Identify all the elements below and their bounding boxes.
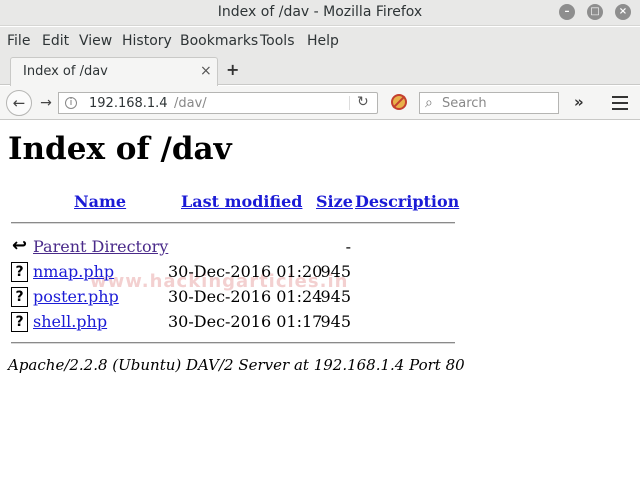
unknown-file-icon: ?	[11, 287, 28, 307]
file-modified: 30-Dec-2016 01:17	[168, 312, 323, 331]
search-box[interactable]: ⌕	[419, 92, 559, 114]
table-row: ? poster.php 30-Dec-2016 01:24 945	[0, 285, 640, 309]
file-modified: 30-Dec-2016 01:20	[168, 262, 323, 281]
table-row: ? nmap.php 30-Dec-2016 01:20 945	[0, 260, 640, 284]
search-icon: ⌕	[425, 95, 433, 111]
maximize-icon[interactable]: □	[587, 4, 603, 20]
file-modified: 30-Dec-2016 01:24	[168, 287, 323, 306]
file-link[interactable]: poster.php	[33, 287, 119, 306]
menu-history[interactable]: History	[122, 33, 172, 49]
address-bar[interactable]: i 192.168.1.4 /dav/ ↻	[58, 92, 378, 114]
minimize-icon[interactable]: –	[559, 4, 575, 20]
table-row: ↩ Parent Directory -	[0, 235, 640, 259]
column-header-last-modified[interactable]: Last modified	[181, 192, 302, 211]
file-link[interactable]: Parent Directory	[33, 237, 168, 256]
divider-top	[11, 222, 455, 224]
navigation-toolbar: ← → i 192.168.1.4 /dav/ ↻ ⌕ »	[0, 86, 640, 120]
reload-icon[interactable]: ↻	[357, 94, 369, 110]
menu-file[interactable]: File	[7, 33, 30, 49]
server-signature: Apache/2.2.8 (Ubuntu) DAV/2 Server at 19…	[8, 356, 465, 374]
file-size: 945	[320, 287, 351, 306]
menu-edit[interactable]: Edit	[42, 33, 69, 49]
overflow-chevron-icon[interactable]: »	[574, 93, 584, 111]
file-size: 945	[320, 312, 351, 331]
menu-help[interactable]: Help	[307, 33, 339, 49]
menu-bar: File Edit View History Bookmarks Tools H…	[0, 27, 640, 55]
back-arrow-icon[interactable]: ←	[6, 90, 32, 116]
tab-index-of-dav[interactable]: Index of /dav ×	[10, 57, 218, 86]
divider-bottom	[11, 342, 455, 344]
table-row: ? shell.php 30-Dec-2016 01:17 945	[0, 310, 640, 334]
file-link[interactable]: shell.php	[33, 312, 107, 331]
forward-arrow-icon[interactable]: →	[35, 94, 57, 114]
close-window-icon[interactable]: ×	[615, 4, 631, 20]
window-title: Index of /dav - Mozilla Firefox	[217, 4, 423, 20]
close-tab-icon[interactable]: ×	[200, 63, 212, 79]
noscript-icon[interactable]	[391, 94, 407, 110]
url-separator	[349, 96, 350, 110]
column-header-size[interactable]: Size	[316, 192, 353, 211]
url-path: /dav/	[174, 96, 207, 111]
tab-strip: Index of /dav × +	[0, 55, 640, 86]
unknown-file-icon: ?	[11, 262, 28, 282]
menu-view[interactable]: View	[79, 33, 112, 49]
file-size: 945	[320, 262, 351, 281]
tab-label: Index of /dav	[23, 64, 108, 79]
unknown-file-icon: ?	[11, 312, 28, 332]
column-header-description[interactable]: Description	[355, 192, 459, 211]
column-header-name[interactable]: Name	[74, 192, 126, 211]
url-host: 192.168.1.4	[89, 96, 168, 111]
window-titlebar: Index of /dav - Mozilla Firefox – □ ×	[0, 0, 640, 26]
back-arrow-icon: ↩	[11, 235, 28, 257]
hamburger-menu-icon[interactable]	[612, 96, 628, 110]
search-input[interactable]	[442, 95, 554, 111]
site-info-icon[interactable]: i	[65, 97, 77, 109]
menu-bookmarks[interactable]: Bookmarks	[180, 33, 258, 49]
page-title: Index of /dav	[8, 131, 232, 167]
file-link[interactable]: nmap.php	[33, 262, 114, 281]
page-content: Index of /dav Name Last modified Size De…	[0, 121, 640, 482]
menu-tools[interactable]: Tools	[260, 33, 295, 49]
file-size: -	[345, 237, 351, 256]
new-tab-icon[interactable]: +	[226, 60, 239, 79]
